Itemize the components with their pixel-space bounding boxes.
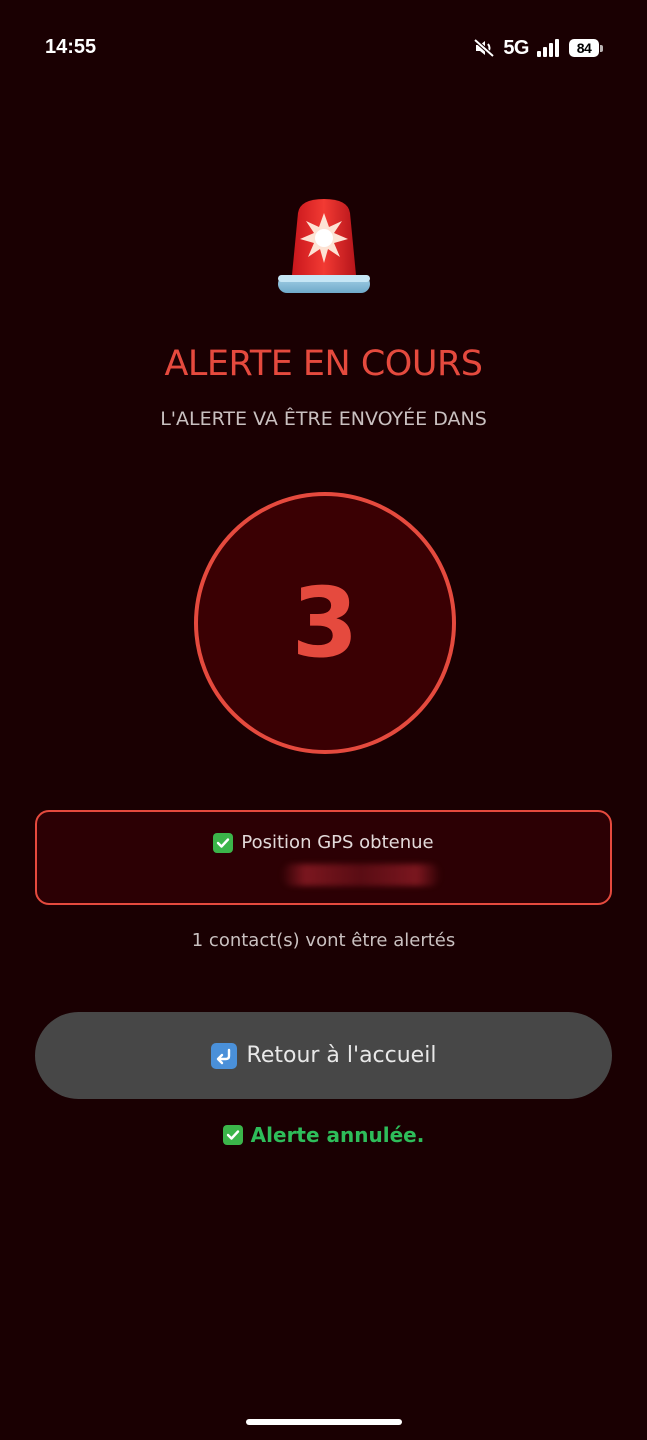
gps-status: Position GPS obtenue [37, 832, 610, 853]
status-bar: 14:55 5G 84 [0, 0, 647, 96]
mute-icon [473, 38, 495, 58]
home-indicator[interactable] [246, 1419, 402, 1425]
siren-icon [278, 199, 370, 293]
countdown-circle: 3 [194, 492, 456, 754]
alert-subtitle: L'ALERTE VA ÊTRE ENVOYÉE DANS [160, 408, 487, 430]
countdown-number: 3 [291, 567, 359, 679]
status-icons: 5G 84 [473, 36, 603, 60]
network-label: 5G [503, 36, 529, 59]
cancel-message-text: Alerte annulée. [250, 1123, 425, 1147]
battery-level: 84 [569, 39, 599, 57]
check-icon [222, 1125, 243, 1145]
status-time: 14:55 [45, 36, 97, 58]
return-home-label: Retour à l'accueil [246, 1043, 437, 1068]
return-arrow-icon [210, 1042, 237, 1069]
cancel-message: Alerte annulée. [0, 1123, 647, 1147]
signal-icon [537, 39, 559, 57]
gps-coordinates-redacted [281, 864, 441, 886]
gps-status-box: Position GPS obtenue [35, 810, 612, 905]
return-home-button[interactable]: Retour à l'accueil [35, 1012, 612, 1099]
check-icon [213, 832, 234, 853]
alert-title: ALERTE EN COURS [164, 344, 483, 384]
battery-icon: 84 [569, 38, 603, 58]
contacts-info: 1 contact(s) vont être alertés [191, 930, 456, 951]
gps-status-text: Position GPS obtenue [241, 832, 434, 853]
